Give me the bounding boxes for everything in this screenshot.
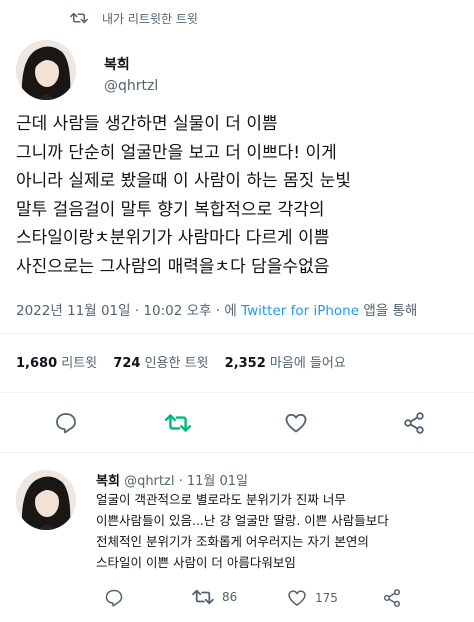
quote-count[interactable]: 724: [113, 356, 140, 371]
reply-reply-button[interactable]: [104, 588, 124, 608]
share-button[interactable]: [400, 409, 428, 437]
share-icon: [383, 589, 401, 607]
reply-retweet-button[interactable]: 86: [192, 588, 237, 606]
reply-avatar[interactable]: [16, 470, 76, 530]
tweet-source-link[interactable]: Twitter for iPhone: [241, 303, 359, 319]
reply-user-handle[interactable]: @qhrtzl: [124, 474, 174, 489]
avatar[interactable]: [16, 40, 76, 100]
user-handle[interactable]: @qhrtzl: [104, 78, 158, 94]
tweet-text: 근데 사람들 생간하면 실물이 더 이쁨 그니까 단순히 얼굴만을 보고 더 이…: [16, 110, 464, 281]
divider: [0, 392, 474, 393]
tweet-text-line: 근데 사람들 생간하면 실물이 더 이쁨: [16, 114, 278, 134]
retweet-count[interactable]: 1,680: [16, 356, 57, 371]
retweet-small-icon: [70, 12, 88, 24]
share-icon: [404, 412, 424, 434]
reply-like-count: 175: [315, 591, 338, 605]
tweet-stats: 1,680 리트윗 724 인용한 트윗 2,352 마음에 들어요: [16, 352, 358, 371]
reply-text: 얼굴이 객관적으로 별로라도 분위기가 진짜 너무 이쁜사람들이 있음...난 …: [96, 489, 466, 573]
reply-text-line: 스타일이 이쁜 사람이 더 아름다워보임: [96, 555, 296, 570]
tweet-text-line: 사진으로는 그사람의 매력을ㅊ다 담을수없음: [16, 256, 330, 277]
reply-text-line: 전체적인 분위기가 조화롭게 어우러지는 자기 본연의: [96, 534, 369, 549]
retweet-header-text: 내가 리트윗한 트윗: [102, 12, 198, 26]
avatar-photo: [16, 470, 76, 530]
retweet-icon: [192, 589, 214, 605]
heart-icon: [285, 413, 307, 433]
reply-button[interactable]: [52, 409, 80, 437]
retweet-button[interactable]: [164, 409, 192, 437]
reply-share-button[interactable]: [382, 588, 402, 608]
tweet-text-line: 스타일이랑ㅊ분위기가 사람마다 다르게 이쁨: [16, 228, 330, 248]
reply-like-button[interactable]: 175: [287, 588, 338, 608]
like-button[interactable]: [282, 409, 310, 437]
tweet-timestamp: 2022년 11월 01일 · 10:02 오후 · 에 Twitter for…: [16, 299, 417, 319]
reply-icon: [56, 413, 76, 434]
reply-icon: [105, 589, 123, 607]
reply-display-name[interactable]: 복희: [96, 474, 120, 489]
reply-retweet-count: 86: [222, 590, 238, 604]
like-count[interactable]: 2,352: [225, 356, 266, 371]
reply-text-line: 이쁜사람들이 있음...난 걍 얼굴만 딸랑. 이쁜 사람들보다: [96, 513, 389, 528]
reply-header: 복희 @qhrtzl · 11월 01일: [96, 470, 248, 489]
reply-date[interactable]: 11월 01일: [187, 474, 248, 489]
retweet-icon: [165, 414, 191, 432]
reply-text-line: 얼굴이 객관적으로 별로라도 분위기가 진짜 너무: [96, 492, 346, 507]
divider: [0, 452, 474, 453]
tweet-text-line: 아니라 실제로 봤을때 이 사람이 하는 몸짓 눈빛: [16, 171, 351, 191]
avatar-photo: [16, 40, 76, 100]
reply-action-bar: 86 175: [0, 588, 474, 610]
tweet-text-line: 말투 걸음걸이 말투 향기 복합적으로 각각의: [16, 199, 325, 220]
tweet-text-line: 그니까 단순히 얼굴만을 보고 더 이쁘다! 이게: [16, 142, 337, 163]
quote-count-label[interactable]: 인용한 트윗: [145, 356, 209, 371]
tweet-date[interactable]: 2022년 11월 01일 · 10:02 오후 · 에: [16, 303, 241, 319]
display-name[interactable]: 복희: [104, 54, 130, 74]
heart-icon: [288, 590, 306, 606]
reply-separator: ·: [178, 474, 183, 489]
divider: [0, 333, 474, 334]
like-count-label[interactable]: 마음에 들어요: [270, 356, 346, 371]
tweet-source-suffix: 앱을 통해: [359, 303, 418, 319]
retweet-count-label[interactable]: 리트윗: [61, 356, 97, 371]
